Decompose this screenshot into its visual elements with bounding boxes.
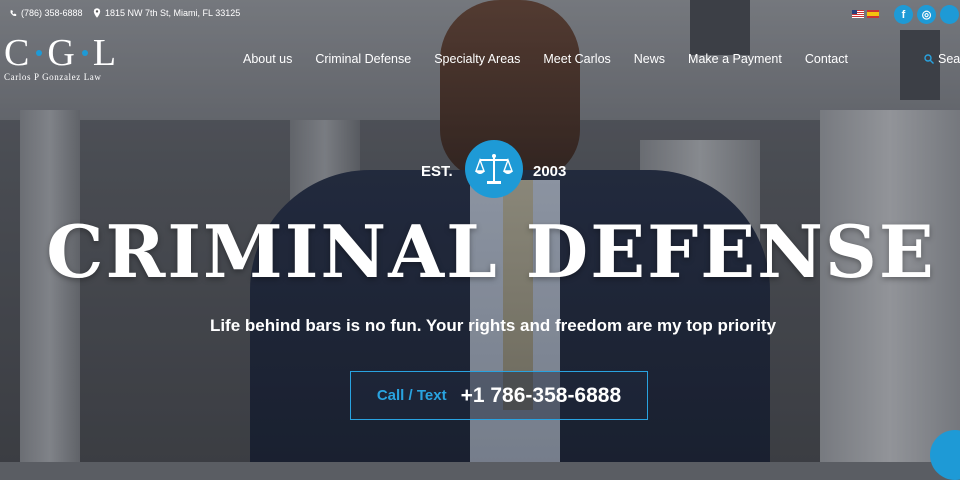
map-pin-icon bbox=[93, 8, 101, 18]
us-flag-icon[interactable] bbox=[852, 10, 864, 18]
spain-flag-icon[interactable] bbox=[867, 10, 879, 18]
top-bar: (786) 358-6888 1815 NW 7th St, Miami, FL… bbox=[0, 0, 960, 26]
hero-title: CRIMINAL DEFENSE bbox=[46, 209, 936, 294]
established-badge: EST. 2003 bbox=[421, 140, 571, 200]
logo-dot bbox=[36, 50, 43, 56]
badge-circle bbox=[465, 140, 523, 198]
search-button[interactable]: Sea bbox=[924, 52, 960, 66]
nav-item-meet-carlos[interactable]: Meet Carlos bbox=[543, 52, 610, 66]
topbar-address-text: 1815 NW 7th St, Miami, FL 33125 bbox=[105, 8, 241, 18]
nav-item-news[interactable]: News bbox=[634, 52, 665, 66]
instagram-icon[interactable]: ◎ bbox=[917, 5, 936, 24]
topbar-phone[interactable]: (786) 358-6888 bbox=[9, 8, 83, 18]
nav-item-contact[interactable]: Contact bbox=[805, 52, 848, 66]
phone-icon bbox=[10, 9, 17, 16]
facebook-icon[interactable]: f bbox=[894, 5, 913, 24]
call-text-button[interactable]: Call / Text +1 786-358-6888 bbox=[350, 371, 648, 420]
cta-label: Call / Text bbox=[376, 387, 447, 404]
logo-letter-g: G bbox=[47, 32, 77, 74]
cta-phone-number: +1 786-358-6888 bbox=[460, 383, 622, 407]
logo-monogram: C G L bbox=[4, 34, 134, 72]
hero-tagline: Life behind bars is no fun. Your rights … bbox=[209, 316, 777, 335]
nav-item-specialty-areas[interactable]: Specialty Areas bbox=[434, 52, 520, 66]
topbar-phone-text: (786) 358-6888 bbox=[21, 8, 83, 18]
nav-item-make-a-payment[interactable]: Make a Payment bbox=[688, 52, 782, 66]
search-icon bbox=[924, 54, 934, 64]
topbar-address[interactable]: 1815 NW 7th St, Miami, FL 33125 bbox=[93, 8, 240, 18]
nav-item-criminal-defense[interactable]: Criminal Defense bbox=[315, 52, 411, 66]
logo-letter-c: C bbox=[4, 32, 32, 74]
est-year: 2003 bbox=[533, 163, 567, 180]
main-nav: About us Criminal Defense Specialty Area… bbox=[243, 52, 871, 66]
twitter-icon[interactable] bbox=[940, 5, 959, 24]
site-logo[interactable]: C G L Carlos P Gonzalez Law bbox=[4, 34, 134, 82]
est-label: EST. bbox=[421, 163, 453, 180]
nav-item-about-us[interactable]: About us bbox=[243, 52, 292, 66]
logo-dot bbox=[81, 50, 88, 56]
scales-of-justice-icon bbox=[475, 154, 513, 184]
logo-letter-l: L bbox=[92, 32, 119, 74]
language-switcher bbox=[852, 10, 879, 18]
social-links: f ◎ bbox=[894, 5, 959, 24]
search-label: Sea bbox=[938, 52, 960, 66]
